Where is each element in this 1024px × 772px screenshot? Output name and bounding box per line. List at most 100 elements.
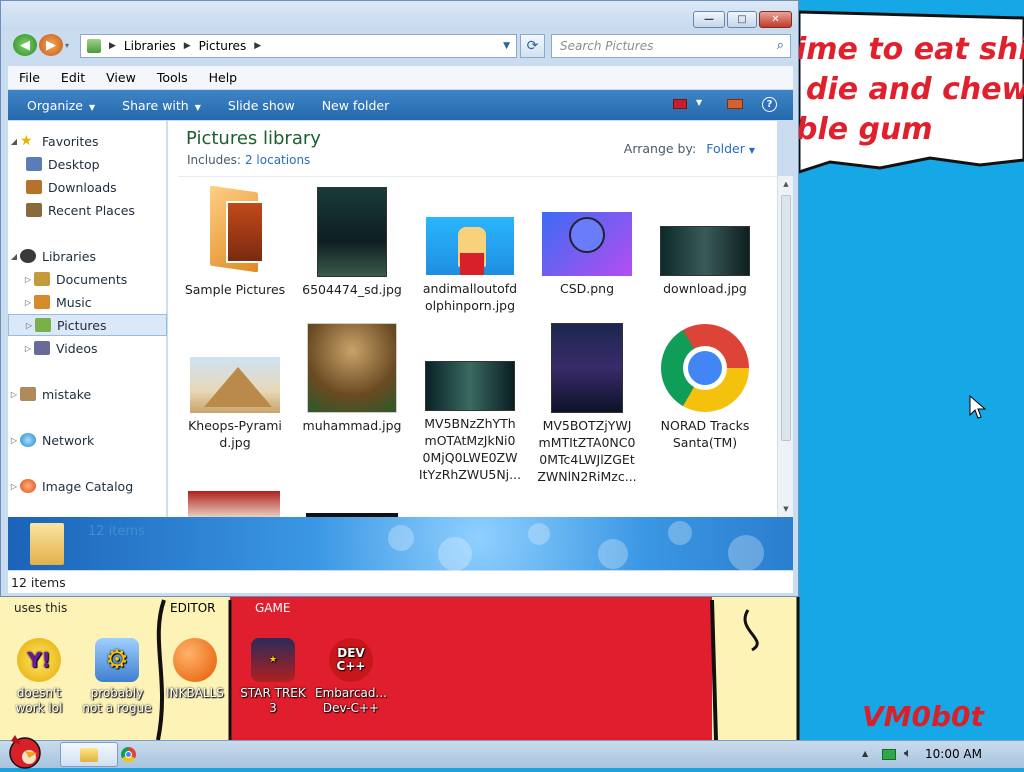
- nav-favorites[interactable]: ◢ ★ Favorites: [8, 130, 167, 152]
- menu-view[interactable]: View: [95, 70, 146, 85]
- desktop-icon: [26, 157, 42, 171]
- search-icon[interactable]: ⌕: [777, 38, 784, 53]
- collapse-arrow-icon[interactable]: ▷: [23, 321, 35, 330]
- arrange-by-dropdown[interactable]: Folder: [706, 141, 745, 156]
- file-item-mv5bnz[interactable]: MV5BNzZhYTh mOTAtMzJkNi0 0MjQ0LWE0ZW ItY…: [411, 323, 529, 483]
- search-input[interactable]: Search Pictures ⌕: [551, 34, 791, 58]
- menu-file[interactable]: File: [8, 70, 50, 85]
- refresh-button[interactable]: ⟳: [520, 34, 545, 58]
- scrollbar-thumb[interactable]: [781, 195, 791, 441]
- collapse-arrow-icon[interactable]: ▷: [8, 390, 20, 399]
- nav-image-catalog[interactable]: ▷ Image Catalog: [8, 475, 167, 497]
- nav-downloads-label: Downloads: [48, 179, 117, 195]
- library-folder-icon: [30, 523, 64, 565]
- file-item-csd[interactable]: CSD.png: [528, 187, 646, 297]
- taskbar-clock[interactable]: 10:00 AM: [925, 747, 982, 761]
- chevron-down-icon[interactable]: ▼: [749, 146, 755, 155]
- new-folder-button[interactable]: New folder: [322, 98, 390, 113]
- collapse-arrow-icon[interactable]: ▷: [22, 344, 34, 353]
- file-item-andimall[interactable]: andimalloutofd olphinporn.jpg: [411, 187, 529, 314]
- start-button[interactable]: [3, 731, 45, 769]
- menu-edit[interactable]: Edit: [50, 70, 95, 85]
- library-title: Pictures library: [186, 128, 321, 149]
- desktop-icon-gears[interactable]: ⚙ probably not a rogue: [78, 638, 156, 716]
- address-bar[interactable]: ▶ Libraries ▶ Pictures ▶ ▼: [80, 34, 517, 58]
- collapse-arrow-icon[interactable]: ▷: [8, 482, 20, 491]
- taskbar-chrome-button[interactable]: [118, 742, 138, 767]
- recent-pages-chevron-icon[interactable]: ▾: [65, 41, 69, 50]
- desktop-icon-star-trek[interactable]: ★ STAR TREK 3: [234, 638, 312, 716]
- menu-tools[interactable]: Tools: [146, 70, 198, 85]
- nav-recent-places-label: Recent Places: [48, 202, 135, 218]
- nav-favorites-label: Favorites: [42, 133, 99, 149]
- taskbar-explorer-button[interactable]: [60, 742, 118, 767]
- image-thumbnail: [317, 187, 387, 277]
- image-thumbnail[interactable]: [188, 491, 280, 517]
- breadcrumb-libraries[interactable]: Libraries: [124, 39, 176, 53]
- volume-icon[interactable]: 🔈︎: [904, 746, 912, 761]
- file-name: andimalloutofd olphinporn.jpg: [422, 281, 518, 313]
- taskbar: ▲ 🔈︎ 10:00 AM: [0, 735, 1024, 769]
- explorer-folder-icon: [80, 747, 98, 762]
- star-wars-icon: ★: [251, 638, 295, 682]
- desktop-icon-inkballs[interactable]: INKBALLS: [156, 638, 234, 701]
- angry-bird-icon: [9, 735, 41, 769]
- mouse-cursor-icon: [969, 395, 987, 419]
- view-options-icon[interactable]: [673, 99, 687, 109]
- nav-image-catalog-label: Image Catalog: [42, 478, 134, 494]
- library-includes: Includes: 2 locations: [187, 153, 310, 167]
- inkball-icon: [173, 638, 217, 682]
- view-options-chevron-icon[interactable]: ▼: [696, 98, 702, 107]
- yahoo-messenger-icon: Y!: [17, 638, 61, 682]
- nav-network[interactable]: ▷ Network: [8, 429, 167, 451]
- organize-button[interactable]: Organize ▼: [27, 98, 95, 113]
- expand-arrow-icon[interactable]: ◢: [8, 137, 20, 146]
- file-item-muhammad[interactable]: muhammad.jpg: [293, 323, 411, 434]
- breadcrumb-pictures[interactable]: Pictures: [199, 39, 247, 53]
- slide-show-button[interactable]: Slide show: [228, 98, 295, 113]
- nav-mistake[interactable]: ▷ mistake: [8, 383, 167, 405]
- network-status-icon[interactable]: [882, 749, 896, 760]
- nav-pictures-label: Pictures: [57, 317, 107, 333]
- desktop-icon-devcpp[interactable]: DEV C++ Embarcad... Dev-C++: [312, 638, 390, 716]
- file-item-download[interactable]: download.jpg: [646, 187, 764, 297]
- file-item-sample-pictures[interactable]: Sample Pictures: [176, 185, 294, 298]
- image-thumbnail: [660, 226, 750, 276]
- help-icon[interactable]: ?: [762, 97, 777, 112]
- nav-music[interactable]: ▷ Music: [8, 291, 167, 313]
- collapse-arrow-icon[interactable]: ▷: [8, 436, 20, 445]
- file-name: NORAD Tracks Santa(TM): [660, 418, 750, 450]
- forward-button[interactable]: ▶: [39, 34, 63, 56]
- file-item-norad[interactable]: NORAD Tracks Santa(TM): [646, 323, 764, 451]
- show-hidden-icons-icon[interactable]: ▲: [862, 749, 868, 758]
- share-with-button[interactable]: Share with ▼: [122, 98, 201, 113]
- nav-recent-places[interactable]: Recent Places: [8, 199, 167, 221]
- desktop-icon-yahoo[interactable]: Y! doesn't work lol: [0, 638, 78, 716]
- nav-documents[interactable]: ▷ Documents: [8, 268, 167, 290]
- collapse-arrow-icon[interactable]: ▷: [22, 298, 34, 307]
- file-item-mv5botz[interactable]: MV5BOTZjYWJ mMTItZTA0NC0 0MTc4LWJlZGEt Z…: [528, 323, 646, 485]
- close-button[interactable]: ✕: [759, 11, 792, 28]
- nav-downloads[interactable]: Downloads: [8, 176, 167, 198]
- maximize-button[interactable]: □: [727, 11, 757, 28]
- nav-videos[interactable]: ▷ Videos: [8, 337, 167, 359]
- file-item-kheops[interactable]: Kheops-Pyrami d.jpg: [176, 323, 294, 451]
- file-item-6504474[interactable]: 6504474_sd.jpg: [293, 187, 411, 298]
- nav-libraries[interactable]: ◢ Libraries: [8, 245, 167, 267]
- address-dropdown-icon[interactable]: ▼: [503, 41, 510, 51]
- back-button[interactable]: ◀: [13, 34, 37, 56]
- includes-locations-link[interactable]: 2 locations: [245, 153, 310, 167]
- desktop-icon-label: INKBALLS: [166, 686, 224, 700]
- window-titlebar[interactable]: — □ ✕: [1, 1, 798, 31]
- nav-pictures[interactable]: ▷ Pictures: [8, 314, 167, 336]
- preview-pane-icon[interactable]: [727, 99, 743, 109]
- minimize-button[interactable]: —: [693, 11, 725, 28]
- expand-arrow-icon[interactable]: ◢: [8, 252, 20, 261]
- scroll-down-icon[interactable]: ▼: [778, 501, 794, 517]
- scroll-up-icon[interactable]: ▲: [778, 176, 794, 192]
- vertical-scrollbar[interactable]: ▲ ▼: [777, 176, 793, 517]
- nav-desktop[interactable]: Desktop: [8, 153, 167, 175]
- collapse-arrow-icon[interactable]: ▷: [22, 275, 34, 284]
- menu-help[interactable]: Help: [198, 70, 248, 85]
- breadcrumb-separator-icon: ▶: [183, 41, 191, 51]
